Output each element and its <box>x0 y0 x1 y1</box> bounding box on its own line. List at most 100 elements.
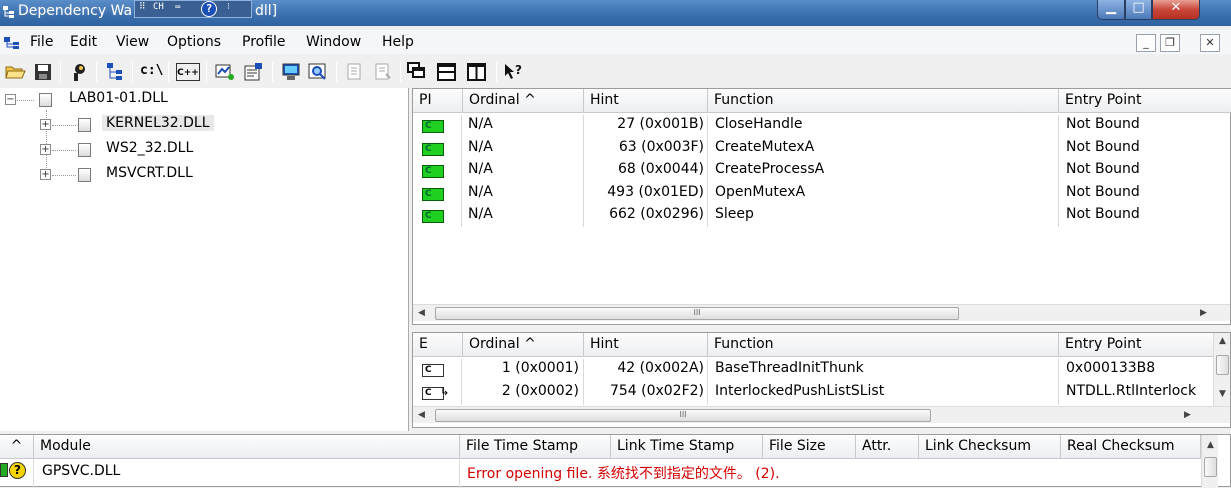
column-header-real-checksum[interactable]: Real Checksum <box>1061 435 1201 459</box>
scroll-right-icon[interactable]: ▶ <box>1195 306 1212 321</box>
imports-hscrollbar[interactable]: ◀ III ▶ <box>413 304 1230 321</box>
title-bar[interactable]: Dependency Wa ⠿ CH ⌨ ? ⁝ dll] ▁ □ ✕ <box>0 0 1231 26</box>
column-header-file-size[interactable]: File Size <box>763 435 856 459</box>
tree-item-msvcrt[interactable]: + MSVCRT.DLL <box>40 165 220 187</box>
ime-grip-icon: ⠿ <box>139 2 146 12</box>
system-info-icon[interactable] <box>280 61 302 83</box>
column-header-pi[interactable]: PI <box>413 89 463 113</box>
scroll-up-icon[interactable]: ▲ <box>1202 438 1219 453</box>
tree-item-ws2-32[interactable]: + WS2_32.DLL <box>40 140 220 162</box>
module-tree[interactable]: − LAB01-01.DLL + KERNEL32.DLL + WS2_32.D… <box>0 88 409 431</box>
column-divider <box>459 460 460 488</box>
tree-item-root[interactable]: − LAB01-01.DLL <box>5 90 225 112</box>
imports-list[interactable]: PI Ordinal ^ Hint Function Entry Point C… <box>412 88 1231 325</box>
hint-cell: 27 (0x001B) <box>617 116 704 132</box>
ime-help-icon[interactable]: ? <box>201 1 217 17</box>
expand-icon[interactable] <box>344 61 366 83</box>
toolbar: c:\ C++ ? <box>0 57 1231 87</box>
ime-language[interactable]: CH <box>153 2 164 12</box>
module-error-message: Error opening file. 系统找不到指定的文件。 (2). <box>467 466 780 482</box>
scroll-left-icon[interactable]: ◀ <box>413 306 430 321</box>
column-header-function[interactable]: Function <box>708 333 1059 357</box>
menu-help[interactable]: Help <box>382 34 414 50</box>
exports-hscrollbar[interactable]: ◀ III ▶ <box>413 406 1230 423</box>
collapse-toggle-icon[interactable]: − <box>5 94 16 105</box>
toolbar-separator <box>132 62 133 82</box>
scroll-down-icon[interactable]: ▼ <box>1214 387 1231 402</box>
find-icon[interactable] <box>307 61 329 83</box>
menu-profile[interactable]: Profile <box>242 34 286 50</box>
expand-toggle-icon[interactable]: + <box>40 169 51 180</box>
scroll-thumb[interactable]: III <box>435 307 959 320</box>
menu-file[interactable]: File <box>30 34 53 50</box>
maximize-button[interactable]: □ <box>1125 0 1152 20</box>
column-header-entry-point[interactable]: Entry Point <box>1059 89 1231 113</box>
c-import-icon: C <box>422 142 444 156</box>
tree-line <box>52 175 76 176</box>
scroll-thumb[interactable] <box>1204 457 1217 477</box>
tile-vertical-icon[interactable] <box>466 61 488 83</box>
keyboard-icon[interactable]: ⌨ <box>175 3 180 13</box>
copy-icon[interactable] <box>68 61 90 83</box>
column-header-link-time-stamp[interactable]: Link Time Stamp <box>611 435 763 459</box>
menu-window[interactable]: Window <box>306 34 361 50</box>
view-full-paths-button[interactable]: c:\ <box>140 61 163 83</box>
save-icon[interactable] <box>32 61 54 83</box>
close-button[interactable]: ✕ <box>1152 0 1200 20</box>
tree-line <box>52 150 76 151</box>
column-header-function[interactable]: Function <box>708 89 1059 113</box>
cpp-undecorate-button[interactable]: C++ <box>176 63 200 81</box>
column-header-sort[interactable]: ^ <box>0 435 34 459</box>
toolbar-separator <box>206 62 207 82</box>
module-icon <box>78 143 91 157</box>
column-header-attr[interactable]: Attr. <box>856 435 919 459</box>
scroll-up-icon[interactable]: ▲ <box>1214 334 1231 349</box>
scroll-right-icon[interactable]: ▶ <box>1179 408 1196 423</box>
scroll-thumb[interactable] <box>1216 355 1229 375</box>
exports-list[interactable]: E Ordinal ^ Hint Function Entry Point C … <box>412 332 1231 428</box>
column-header-hint[interactable]: Hint <box>584 333 708 357</box>
column-header-module[interactable]: Module <box>34 435 460 459</box>
menu-options[interactable]: Options <box>167 34 221 50</box>
collapse-icon[interactable] <box>372 61 394 83</box>
column-header-hint[interactable]: Hint <box>584 89 708 113</box>
help-icon[interactable]: ? <box>502 61 524 83</box>
column-header-entry-point[interactable]: Entry Point <box>1059 333 1214 357</box>
exports-vscrollbar[interactable]: ▲ ▼ <box>1213 333 1230 406</box>
expand-toggle-icon[interactable]: + <box>40 144 51 155</box>
modules-vscrollbar[interactable]: ▲ <box>1201 435 1218 488</box>
entry-point-cell: Not Bound <box>1066 183 1140 200</box>
module-name[interactable]: GPSVC.DLL <box>42 463 452 485</box>
cascade-icon[interactable] <box>406 61 428 83</box>
column-header-ordinal[interactable]: Ordinal ^ <box>463 89 584 113</box>
properties-icon[interactable] <box>242 61 264 83</box>
column-header-file-time-stamp[interactable]: File Time Stamp <box>460 435 611 459</box>
maximize-icon: □ <box>1132 0 1145 15</box>
mdi-child-icon[interactable] <box>3 36 23 50</box>
function-cell: BaseThreadInitThunk <box>715 360 864 376</box>
mdi-minimize-button[interactable]: _ <box>1136 34 1156 52</box>
svg-text:?: ? <box>515 63 522 77</box>
module-list[interactable]: ^ Module File Time Stamp Link Time Stamp… <box>0 434 1231 488</box>
minimize-button[interactable]: ▁ <box>1097 0 1125 20</box>
scroll-thumb[interactable]: III <box>435 409 931 422</box>
module-icon <box>39 93 52 107</box>
column-header-e[interactable]: E <box>413 333 463 357</box>
menu-view[interactable]: View <box>116 34 149 50</box>
profile-icon[interactable] <box>214 61 236 83</box>
mdi-restore-button[interactable]: ❐ <box>1160 34 1180 52</box>
menu-edit[interactable]: Edit <box>70 34 97 50</box>
full-paths-icon[interactable] <box>104 61 126 83</box>
column-header-link-checksum[interactable]: Link Checksum <box>919 435 1061 459</box>
ime-options-icon[interactable]: ⁝ <box>227 2 230 12</box>
ime-toolbar[interactable]: ⠿ CH ⌨ ? ⁝ <box>134 0 252 18</box>
tree-item-kernel32[interactable]: + KERNEL32.DLL <box>40 115 220 137</box>
column-divider <box>707 115 708 227</box>
scroll-left-icon[interactable]: ◀ <box>413 408 430 423</box>
tile-horizontal-icon[interactable] <box>436 61 458 83</box>
column-header-ordinal[interactable]: Ordinal ^ <box>463 333 584 357</box>
minimize-icon: ▁ <box>1106 0 1116 15</box>
open-icon[interactable] <box>4 61 26 83</box>
mdi-close-button[interactable]: ✕ <box>1200 34 1220 52</box>
expand-toggle-icon[interactable]: + <box>40 119 51 130</box>
